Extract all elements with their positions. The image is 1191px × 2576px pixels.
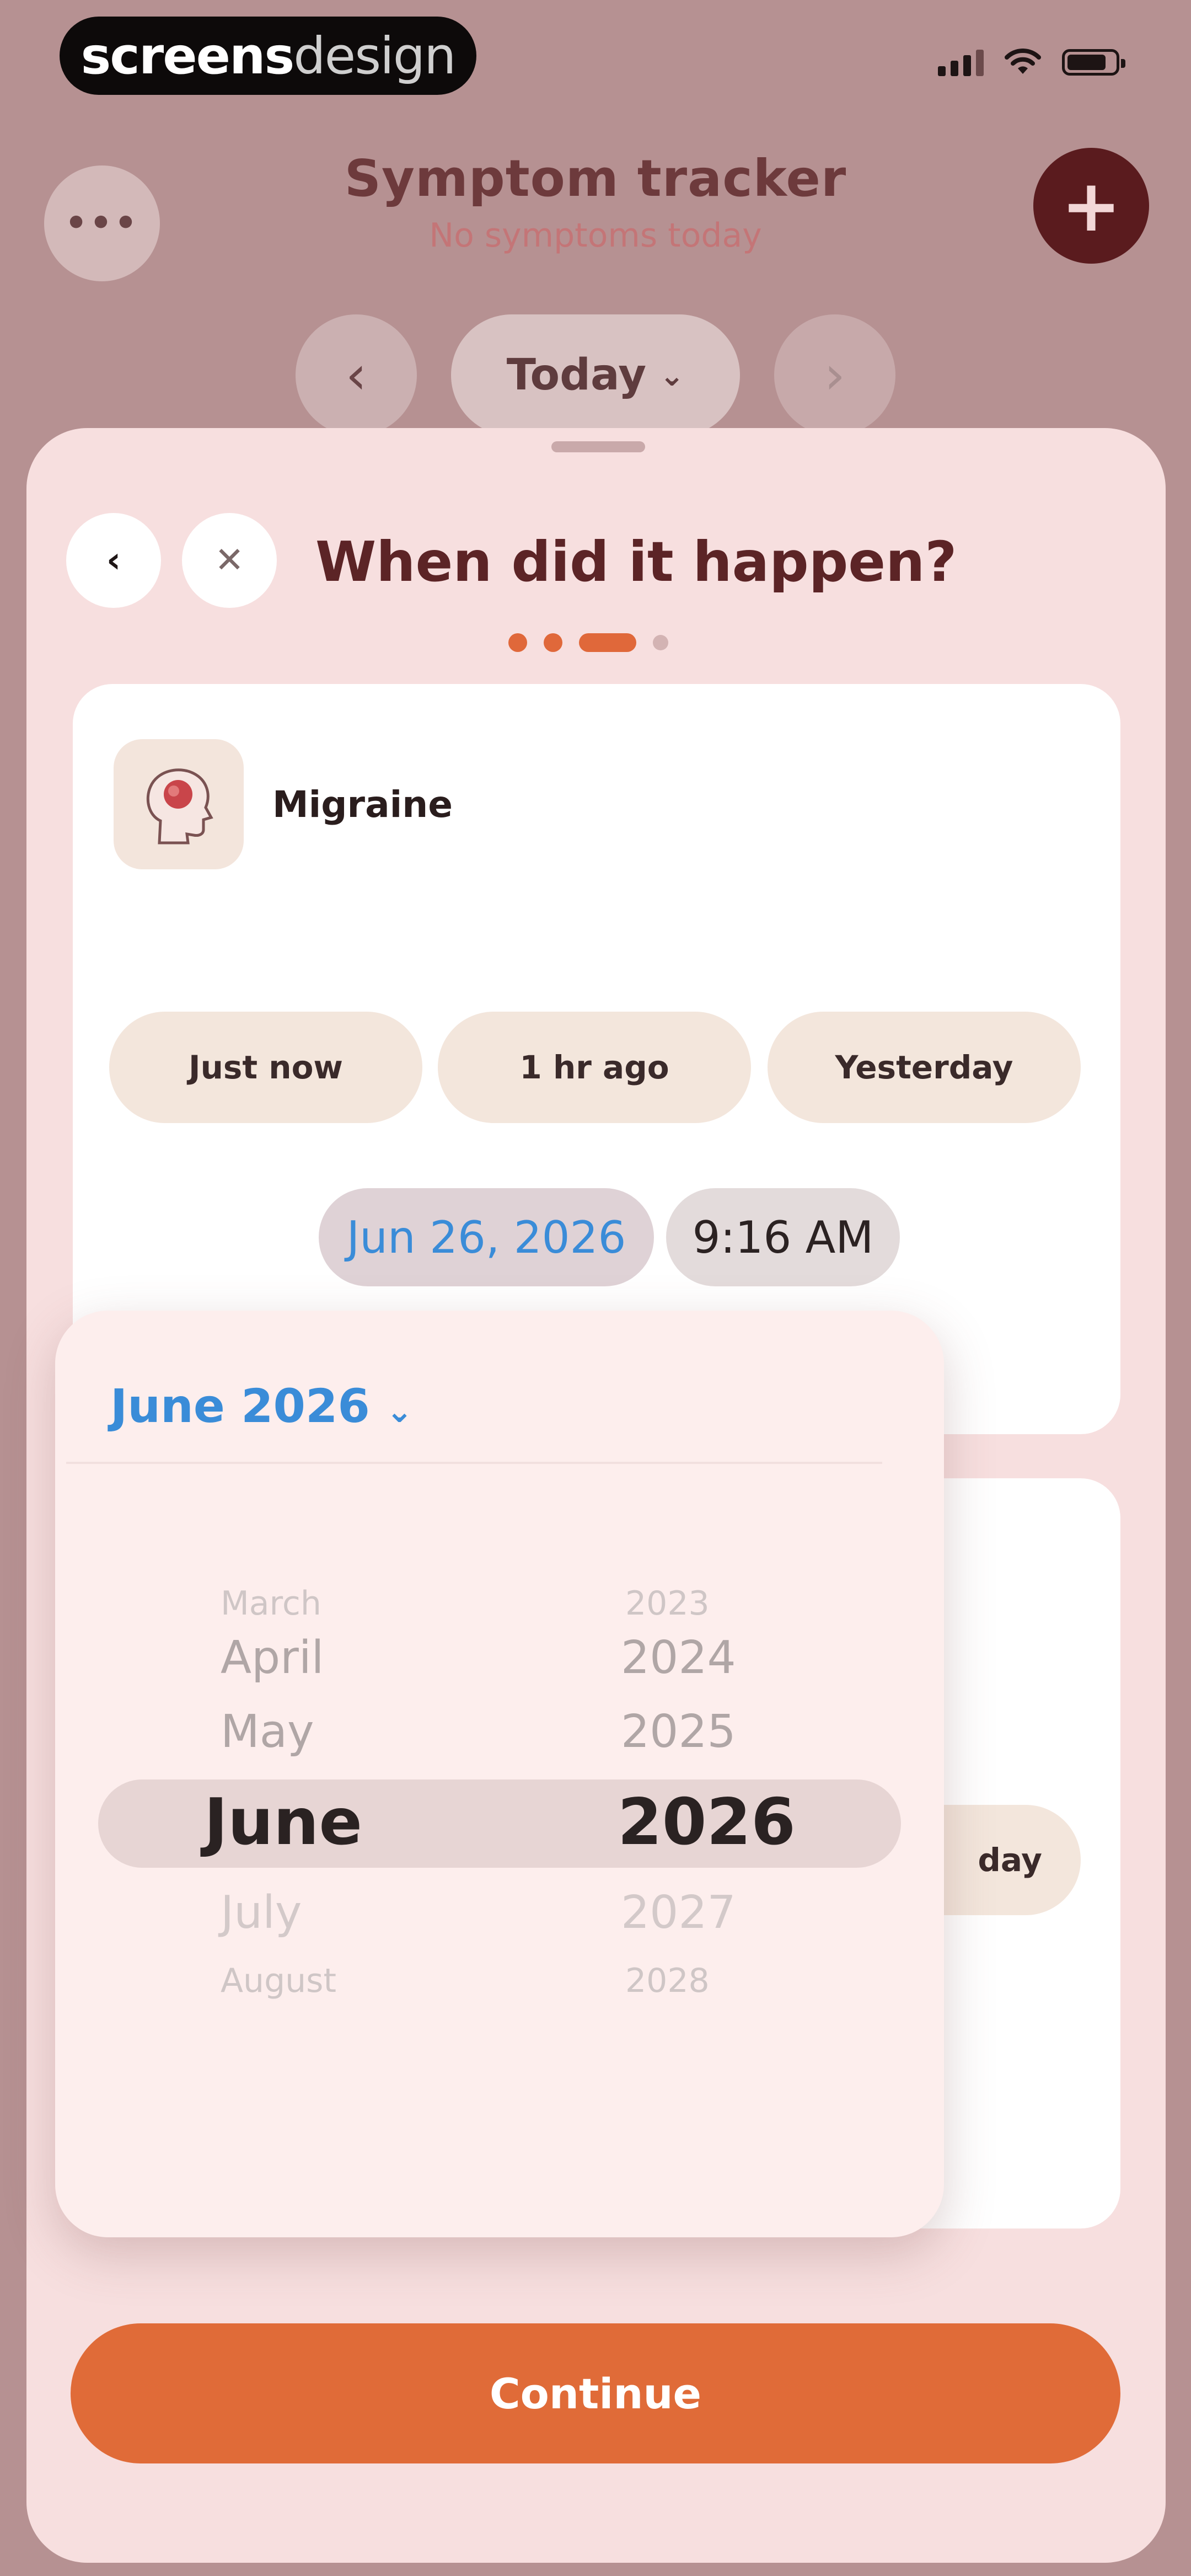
day-selector[interactable]: Today ⌄ — [451, 314, 740, 436]
year-option[interactable]: 2025 — [621, 1706, 736, 1758]
month-year-picker — [55, 1311, 944, 2237]
year-option[interactable]: 2024 — [621, 1632, 736, 1684]
picker-month-year-button[interactable]: June 2026 ⌄ — [110, 1379, 413, 1433]
chevron-down-icon: ⌄ — [659, 357, 685, 393]
status-icons — [938, 49, 1125, 76]
one-hour-ago-button[interactable]: 1 hr ago — [438, 1012, 751, 1123]
chevron-left-icon: ‹ — [345, 344, 367, 406]
day-navigation: ‹ Today ⌄ › — [0, 314, 1191, 436]
battery-icon — [1062, 49, 1125, 76]
chevron-left-icon: ‹ — [106, 540, 121, 581]
close-icon: ✕ — [214, 540, 244, 581]
add-symptom-button[interactable]: + — [1033, 148, 1149, 264]
picker-divider — [66, 1462, 882, 1464]
just-now-button[interactable]: Just now — [109, 1012, 422, 1123]
page-title: Symptom tracker — [344, 149, 847, 208]
sheet-grabber[interactable] — [551, 441, 645, 452]
page-subtitle: No symptoms today — [429, 216, 762, 255]
date-field[interactable]: Jun 26, 2026 — [319, 1188, 654, 1286]
brand-text-bold: screens — [81, 26, 295, 85]
continue-button[interactable]: Continue — [71, 2323, 1120, 2463]
wifi-icon — [1005, 49, 1041, 74]
progress-dot — [653, 635, 668, 650]
step-progress-indicator — [508, 633, 668, 652]
plus-icon: + — [1061, 164, 1122, 248]
brand-text-light: design — [293, 26, 456, 85]
quick-time-options: Just now 1 hr ago Yesterday — [109, 1012, 1082, 1123]
previous-day-button[interactable]: ‹ — [296, 314, 417, 436]
year-option[interactable]: 2027 — [621, 1886, 736, 1939]
year-option-selected[interactable]: 2026 — [618, 1785, 796, 1859]
day-label: Today — [506, 350, 647, 400]
month-option[interactable]: July — [221, 1886, 302, 1939]
picker-header-label: June 2026 — [110, 1379, 370, 1433]
time-field[interactable]: 9:16 AM — [666, 1188, 900, 1286]
progress-dot-current — [579, 633, 636, 652]
screensdesign-logo: screens design — [60, 17, 476, 95]
symptom-name: Migraine — [272, 783, 453, 826]
signal-icon — [938, 49, 984, 76]
chevron-down-icon: ⌄ — [386, 1392, 413, 1430]
yesterday-button[interactable]: Yesterday — [768, 1012, 1081, 1123]
migraine-icon — [114, 739, 244, 869]
year-option[interactable]: 2023 — [625, 1584, 710, 1623]
chevron-right-icon: › — [824, 344, 846, 406]
year-option[interactable]: 2028 — [625, 1962, 710, 2000]
next-day-button[interactable]: › — [774, 314, 895, 436]
progress-dot — [508, 633, 527, 652]
sheet-title: When did it happen? — [315, 530, 957, 594]
progress-dot — [544, 633, 562, 652]
month-option[interactable]: May — [221, 1706, 314, 1758]
back-button[interactable]: ‹ — [66, 513, 161, 608]
close-button[interactable]: ✕ — [182, 513, 277, 608]
month-option-selected[interactable]: June — [204, 1785, 362, 1859]
month-option[interactable]: August — [221, 1962, 336, 2000]
month-option[interactable]: March — [221, 1584, 321, 1623]
month-option[interactable]: April — [221, 1632, 324, 1684]
